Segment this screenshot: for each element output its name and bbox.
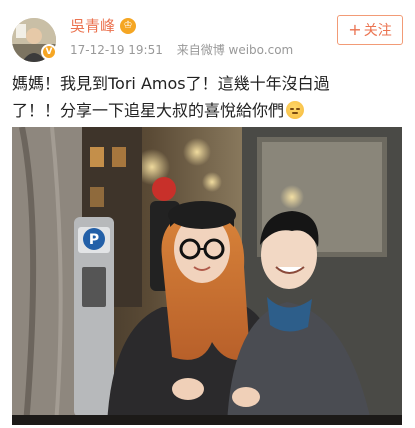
weibo-post-card: V 吳青峰 ♔ 17-12-19 19:51 来自微博 weibo.com + 关… xyxy=(0,0,415,428)
post-source[interactable]: 来自微博 weibo.com xyxy=(177,43,294,57)
verified-v-icon: V xyxy=(41,44,57,60)
post-text-line-2: 了！！分享一下追星大叔的喜悅給你們 xyxy=(12,101,285,120)
author-name[interactable]: 吳青峰 xyxy=(70,15,115,36)
post-photo[interactable]: P xyxy=(12,127,402,425)
author-row: 吳青峰 ♔ xyxy=(70,15,137,36)
post-timestamp[interactable]: 17-12-19 19:51 xyxy=(70,43,163,57)
svg-text:P: P xyxy=(89,232,99,248)
crown-icon: ♔ xyxy=(120,17,137,34)
photo-scene: P xyxy=(12,127,402,425)
plus-icon: + xyxy=(348,20,362,39)
follow-label: 关注 xyxy=(363,23,392,39)
post-meta: 17-12-19 19:51 来自微博 weibo.com xyxy=(70,41,293,58)
post-text: 媽媽！我見到Tori Amos了！這幾十年沒白過 了！！分享一下追星大叔的喜悅給… xyxy=(12,70,407,124)
smile-emoji-icon xyxy=(286,101,305,119)
follow-button[interactable]: + 关注 xyxy=(337,15,403,45)
post-text-line-1: 媽媽！我見到Tori Amos了！這幾十年沒白過 xyxy=(12,74,330,93)
post-text-line-2-wrap: 了！！分享一下追星大叔的喜悅給你們 xyxy=(12,97,407,124)
